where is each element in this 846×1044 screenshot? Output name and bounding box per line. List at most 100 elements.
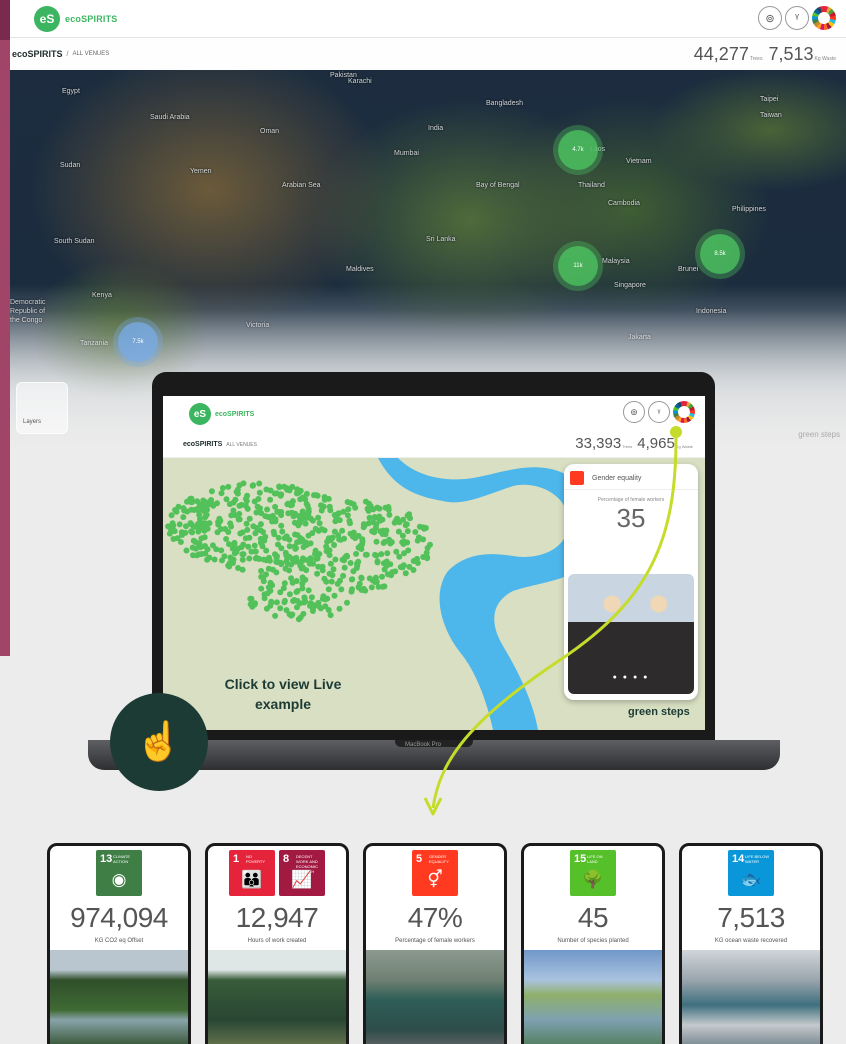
map-label: Sudan bbox=[60, 162, 81, 169]
tree-marker bbox=[332, 556, 339, 563]
tree-marker bbox=[353, 550, 360, 557]
map-cluster[interactable]: 11k bbox=[558, 246, 598, 286]
tree-marker bbox=[331, 528, 338, 535]
tree-marker bbox=[349, 576, 356, 583]
tree-marker bbox=[275, 541, 281, 548]
sdg-wheel-icon[interactable] bbox=[812, 6, 836, 30]
location-leaf-icon: ⊚ bbox=[623, 401, 645, 423]
laptop-breadcrumb-location: ALL VENUES bbox=[226, 441, 257, 448]
tree-marker bbox=[219, 485, 226, 491]
tree-marker bbox=[243, 520, 250, 527]
map-label: Singapore bbox=[614, 282, 646, 289]
tree-marker bbox=[319, 595, 326, 602]
tree-marker bbox=[373, 552, 380, 559]
map-label: Vietnam bbox=[626, 158, 652, 165]
tree-marker bbox=[416, 523, 423, 530]
tree-marker bbox=[244, 526, 251, 533]
tree-marker bbox=[325, 586, 332, 593]
tree-marker bbox=[263, 547, 270, 554]
breadcrumb-location[interactable]: ALL VENUES bbox=[72, 51, 109, 57]
tree-marker bbox=[201, 543, 208, 550]
sdg-popup-value: 35 bbox=[616, 503, 646, 533]
tree-marker bbox=[394, 515, 401, 522]
tree-marker bbox=[214, 500, 220, 507]
tree-marker bbox=[308, 594, 315, 601]
impact-stats: 44,277Trees 7,513Kg Waste bbox=[694, 44, 836, 65]
laptop-stats: 33,393Trees 4,965Kg Waste bbox=[575, 435, 693, 453]
tree-marker bbox=[218, 547, 225, 554]
map-cluster[interactable]: 8.5k bbox=[700, 234, 740, 274]
tree-marker bbox=[239, 556, 246, 563]
sdg-tile[interactable]: 5 GENDER EQUALITY ⚥ 47% Percentage of female… bbox=[363, 843, 507, 1044]
tree-marker bbox=[312, 547, 319, 554]
location-leaf-icon[interactable]: ⊚ bbox=[758, 6, 782, 30]
tree-marker bbox=[386, 536, 393, 543]
tree-marker bbox=[321, 494, 328, 500]
tree-marker bbox=[294, 588, 301, 594]
sprout-icon[interactable]: ᵞ bbox=[785, 6, 809, 30]
tree-marker bbox=[303, 500, 310, 507]
sdg-popup-pager[interactable]: ● ● ● ● bbox=[564, 674, 698, 681]
tree-marker bbox=[372, 524, 379, 531]
tree-marker bbox=[404, 512, 411, 519]
tree-marker bbox=[294, 558, 301, 565]
tree-marker bbox=[223, 496, 230, 503]
live-example-link[interactable]: Click to view Live example bbox=[218, 674, 348, 714]
tap-hand-icon[interactable]: ☝ bbox=[110, 693, 208, 791]
map-cluster[interactable]: 7.5k bbox=[118, 322, 158, 362]
tree-marker bbox=[365, 520, 372, 527]
sdg-tile[interactable]: 1 NO POVERTY 👪 8 DECENT WORK AND ECONOMIC GR… bbox=[205, 843, 349, 1044]
tree-marker bbox=[420, 554, 427, 560]
tree-marker bbox=[380, 540, 387, 546]
sdg-tile[interactable]: 13 CLIMATE ACTION ◉ 974,094 KG CO2 eq Offset bbox=[47, 843, 191, 1044]
top-header: eS ecoSPIRITS ⊚ ᵞ bbox=[0, 0, 846, 38]
breadcrumb-brand[interactable]: ecoSPIRITS bbox=[12, 49, 63, 59]
tree-marker bbox=[331, 542, 338, 548]
tree-marker bbox=[261, 595, 268, 602]
map-cluster[interactable]: 4.7k bbox=[558, 130, 598, 170]
header-icons: ⊚ ᵞ bbox=[758, 6, 836, 30]
tree-marker bbox=[336, 605, 343, 612]
tree-marker bbox=[250, 482, 257, 489]
tree-marker bbox=[201, 534, 208, 541]
tree-marker bbox=[381, 583, 388, 590]
logo-mark[interactable]: eS bbox=[34, 5, 60, 32]
tree-marker bbox=[303, 490, 310, 497]
sdg-tile-value: 47% bbox=[407, 902, 463, 933]
sdg-popup-header: Gender equality bbox=[564, 464, 698, 490]
tree-marker bbox=[289, 611, 296, 618]
tree-marker bbox=[240, 480, 247, 487]
tree-marker bbox=[328, 578, 335, 585]
tree-marker bbox=[262, 533, 269, 540]
sdg-tile-label: Percentage of female workers bbox=[395, 938, 475, 944]
sdg-tile[interactable]: 15 LIFE ON LAND 🌳 45 Number of species plant… bbox=[521, 843, 665, 1044]
map-watermark: green steps bbox=[798, 430, 840, 439]
sdg-popup-card[interactable]: Gender equality Percentage of female wor… bbox=[564, 464, 698, 700]
tree-marker bbox=[214, 529, 221, 536]
tree-marker bbox=[395, 528, 402, 535]
tree-marker bbox=[366, 575, 373, 582]
map-label: Brunei bbox=[678, 266, 699, 273]
tree-marker bbox=[387, 561, 394, 568]
page: eS ecoSPIRITS ⊚ ᵞ ecoSPIRITS / ALL VENUE… bbox=[0, 0, 846, 1044]
tree-marker bbox=[267, 602, 274, 609]
tree-marker bbox=[382, 504, 389, 511]
tree-marker bbox=[200, 505, 207, 512]
tree-marker bbox=[277, 492, 284, 499]
tree-marker bbox=[222, 526, 229, 532]
tree-marker bbox=[364, 505, 371, 512]
layers-button[interactable]: Layers bbox=[16, 382, 68, 434]
tree-marker bbox=[272, 612, 279, 619]
tree-marker bbox=[371, 514, 378, 520]
tree-marker bbox=[247, 601, 254, 608]
green-steps-logo: green steps bbox=[628, 706, 690, 718]
map-label: Oman bbox=[260, 128, 280, 135]
tree-marker bbox=[206, 520, 213, 527]
tree-marker bbox=[314, 570, 321, 577]
sdg-tile-photo bbox=[366, 950, 504, 1044]
tree-marker bbox=[311, 602, 318, 609]
logo-text: ecoSPIRITS bbox=[65, 13, 118, 24]
sdg-tile[interactable]: 14 LIFE BELOW WATER 🐟 7,513 KG ocean waste r… bbox=[679, 843, 823, 1044]
laptop-header: eS ecoSPIRITS ⊚ ᵞ bbox=[163, 396, 705, 432]
tree-marker bbox=[296, 518, 303, 525]
